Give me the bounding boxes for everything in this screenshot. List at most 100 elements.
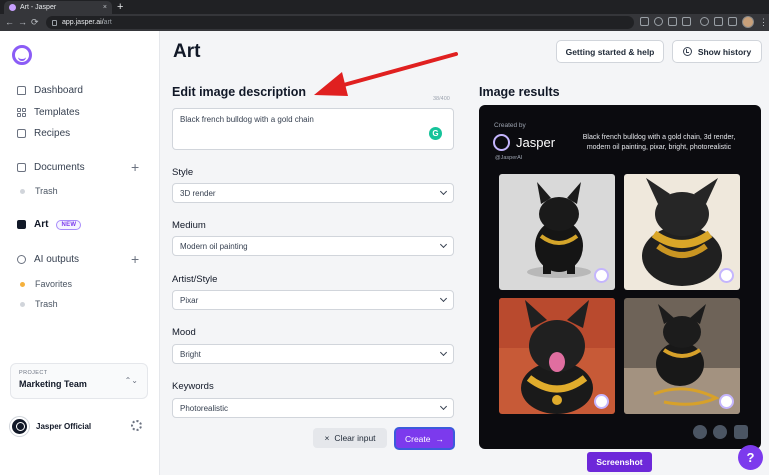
sidebar-item-label: Trash	[35, 299, 58, 309]
grammarly-icon[interactable]: G	[429, 127, 442, 140]
flag-icon[interactable]	[734, 425, 748, 439]
sidebar-item-templates[interactable]: Templates	[17, 107, 80, 118]
upload-icon[interactable]	[668, 17, 677, 26]
sidebar-item-documents-trash[interactable]: Trash	[20, 186, 58, 196]
description-text: Black french bulldog with a gold chain	[180, 115, 314, 124]
address-bar[interactable]: app.jasper.ai/art	[46, 16, 634, 29]
profile-avatar[interactable]	[742, 16, 754, 28]
jasper-favicon-icon	[9, 4, 16, 11]
bullet-icon	[20, 188, 25, 194]
grid-icon	[17, 108, 26, 117]
jasper-brand: Jasper	[516, 135, 556, 150]
lock-icon	[52, 19, 57, 26]
sidebar-item-ai-outputs[interactable]: AI outputs	[17, 254, 79, 265]
select-value: Modern oil painting	[180, 241, 248, 251]
reload-icon[interactable]: ⟳	[31, 17, 39, 28]
keywords-label: Keywords	[172, 381, 214, 392]
user-name: Jasper Official	[36, 422, 92, 431]
sidebar-item-label: Favorites	[35, 279, 73, 289]
sidebar-item-favorites[interactable]: Favorites	[20, 279, 72, 289]
new-tab-button[interactable]: +	[117, 0, 123, 14]
image-icon	[17, 220, 26, 229]
jasper-watermark-icon	[594, 394, 609, 409]
sidebar-item-outputs-trash[interactable]: Trash	[20, 299, 58, 309]
image-description-input[interactable]: Black french bulldog with a gold chain	[172, 108, 454, 150]
recipe-icon	[17, 129, 26, 138]
button-label: Create	[404, 433, 431, 444]
chevron-down-icon	[439, 294, 448, 303]
sidebar-item-label: Dashboard	[34, 85, 83, 96]
screenshot-button[interactable]: Screenshot	[587, 452, 652, 472]
document-icon	[17, 163, 26, 172]
clock-icon	[682, 47, 692, 56]
button-label: Getting started & help	[565, 46, 655, 57]
created-by-label: Created by	[494, 122, 526, 129]
jasper-handle: @JasperAI	[495, 155, 523, 161]
bullet-icon	[20, 301, 25, 307]
chevron-down-icon	[439, 402, 448, 411]
show-history-button[interactable]: Show history	[672, 40, 762, 63]
sidebar-item-label: Art	[34, 219, 49, 230]
sidebar-item-art[interactable]: Art NEW	[17, 219, 82, 230]
jasper-watermark-icon	[719, 268, 734, 283]
mood-label: Mood	[172, 327, 196, 338]
jasper-logo-icon	[493, 134, 510, 151]
button-label: Show history	[697, 46, 752, 57]
thumbs-up-icon[interactable]	[693, 425, 707, 439]
button-label: Clear input	[334, 433, 376, 443]
gear-icon[interactable]	[131, 420, 142, 431]
style-label: Style	[172, 167, 194, 178]
edit-description-title: Edit image description	[172, 85, 307, 99]
sidebar-item-recipes[interactable]: Recipes	[17, 128, 70, 139]
jasper-watermark-icon	[594, 268, 609, 283]
thumbs-down-icon[interactable]	[713, 425, 727, 439]
project-name: Marketing Team	[19, 379, 87, 389]
select-value: Photorealistic	[180, 403, 229, 413]
getting-started-button[interactable]: Getting started & help	[556, 40, 664, 63]
share-icon[interactable]	[640, 17, 649, 26]
chevron-down-icon	[439, 348, 448, 357]
new-badge: NEW	[56, 219, 82, 230]
tab-close-icon[interactable]: ×	[103, 4, 107, 11]
project-selector[interactable]: PROJECT Marketing Team ⌃⌄	[10, 363, 148, 399]
home-icon	[17, 86, 26, 95]
avatar	[10, 417, 29, 436]
close-icon: ×	[324, 433, 330, 443]
medium-select[interactable]: Modern oil painting	[172, 236, 454, 256]
sidebar-item-label: Recipes	[34, 128, 71, 139]
browser-tab[interactable]: Art - Jasper ×	[4, 1, 112, 14]
sidebar-item-documents[interactable]: Documents	[17, 162, 85, 173]
puzzle-icon[interactable]	[714, 17, 723, 26]
artist-style-select[interactable]: Pixar	[172, 290, 454, 310]
extension-icon[interactable]	[700, 17, 709, 26]
add-output-button[interactable]: +	[131, 252, 139, 266]
sidebar-item-label: Documents	[34, 162, 85, 173]
arrow-right-icon: →	[435, 433, 445, 444]
jasper-logo-icon[interactable]	[12, 45, 32, 65]
user-profile[interactable]: Jasper Official	[10, 417, 91, 436]
help-button[interactable]: ?	[738, 445, 763, 470]
results-prompt: Black french bulldog with a gold chain, …	[582, 134, 736, 151]
forward-icon[interactable]: →	[18, 17, 27, 28]
zoom-icon[interactable]	[654, 17, 663, 26]
browser-toolbar: ← → ⟳ app.jasper.ai/art ⋮	[0, 14, 769, 31]
select-value: Pixar	[180, 295, 199, 305]
star-icon[interactable]	[682, 17, 691, 26]
chevron-updown-icon: ⌃⌄	[124, 376, 138, 385]
back-icon[interactable]: ←	[5, 17, 14, 28]
clear-input-button[interactable]: × Clear input	[313, 428, 387, 448]
style-select[interactable]: 3D render	[172, 183, 454, 203]
sidebar-toggle-icon[interactable]	[728, 17, 737, 26]
medium-label: Medium	[172, 220, 206, 231]
sidebar-item-label: Trash	[35, 186, 58, 196]
mood-select[interactable]: Bright	[172, 344, 454, 364]
tab-title: Art - Jasper	[20, 4, 57, 11]
select-value: Bright	[180, 349, 201, 359]
image-results-title: Image results	[479, 85, 560, 99]
browser-menu-icon[interactable]: ⋮	[759, 16, 768, 28]
create-button[interactable]: Create →	[394, 427, 455, 450]
keywords-select[interactable]: Photorealistic	[172, 398, 454, 418]
sidebar-item-dashboard[interactable]: Dashboard	[17, 85, 83, 96]
sidebar-item-label: AI outputs	[34, 254, 80, 265]
add-document-button[interactable]: +	[131, 160, 139, 174]
